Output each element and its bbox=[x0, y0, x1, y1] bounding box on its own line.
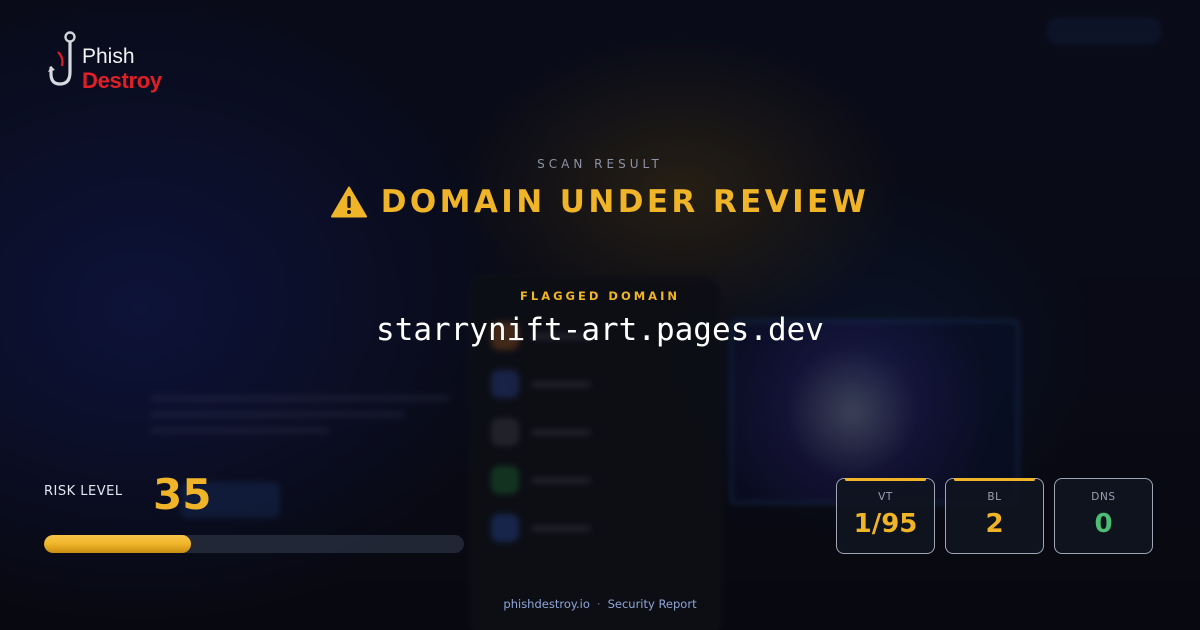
risk-level-bar bbox=[44, 535, 464, 553]
scan-result-label: SCAN RESULT bbox=[537, 157, 663, 171]
warning-triangle-icon bbox=[330, 186, 367, 218]
flagged-domain-label: FLAGGED DOMAIN bbox=[520, 289, 680, 303]
stat-label: VT bbox=[878, 491, 893, 503]
logo-text-phish: Phish bbox=[82, 45, 135, 68]
stat-label: BL bbox=[987, 491, 1002, 503]
scan-status-text: DOMAIN UNDER REVIEW bbox=[380, 184, 870, 220]
logo-text-destroy: Destroy bbox=[82, 68, 162, 93]
footer-separator: · bbox=[596, 597, 601, 611]
footer: phishdestroy.io · Security Report bbox=[0, 597, 1200, 611]
risk-level-label: RISK LEVEL bbox=[44, 484, 123, 499]
phishdestroy-logo: Phish Destroy bbox=[48, 30, 178, 98]
fish-hook-icon bbox=[48, 31, 76, 86]
stat-value: 0 bbox=[1094, 509, 1113, 539]
stat-dns: DNS 0 bbox=[1054, 478, 1153, 554]
footer-site-link[interactable]: phishdestroy.io bbox=[503, 597, 590, 611]
stat-label: DNS bbox=[1091, 491, 1116, 503]
stat-value: 2 bbox=[985, 509, 1004, 539]
risk-level-bar-fill bbox=[44, 535, 191, 553]
stat-bl: BL 2 bbox=[945, 478, 1044, 554]
stat-accent-bar bbox=[954, 478, 1035, 481]
stat-vt: VT 1/95 bbox=[836, 478, 935, 554]
stats-group: VT 1/95 BL 2 DNS 0 bbox=[836, 478, 1153, 554]
stat-accent-bar bbox=[845, 478, 926, 481]
stat-value: 1/95 bbox=[853, 509, 918, 539]
footer-report-label: Security Report bbox=[607, 597, 697, 611]
risk-level-value: 35 bbox=[153, 470, 212, 519]
flagged-domain-value: starrynift-art.pages.dev bbox=[376, 312, 824, 348]
scan-result-title: DOMAIN UNDER REVIEW bbox=[0, 184, 1200, 220]
